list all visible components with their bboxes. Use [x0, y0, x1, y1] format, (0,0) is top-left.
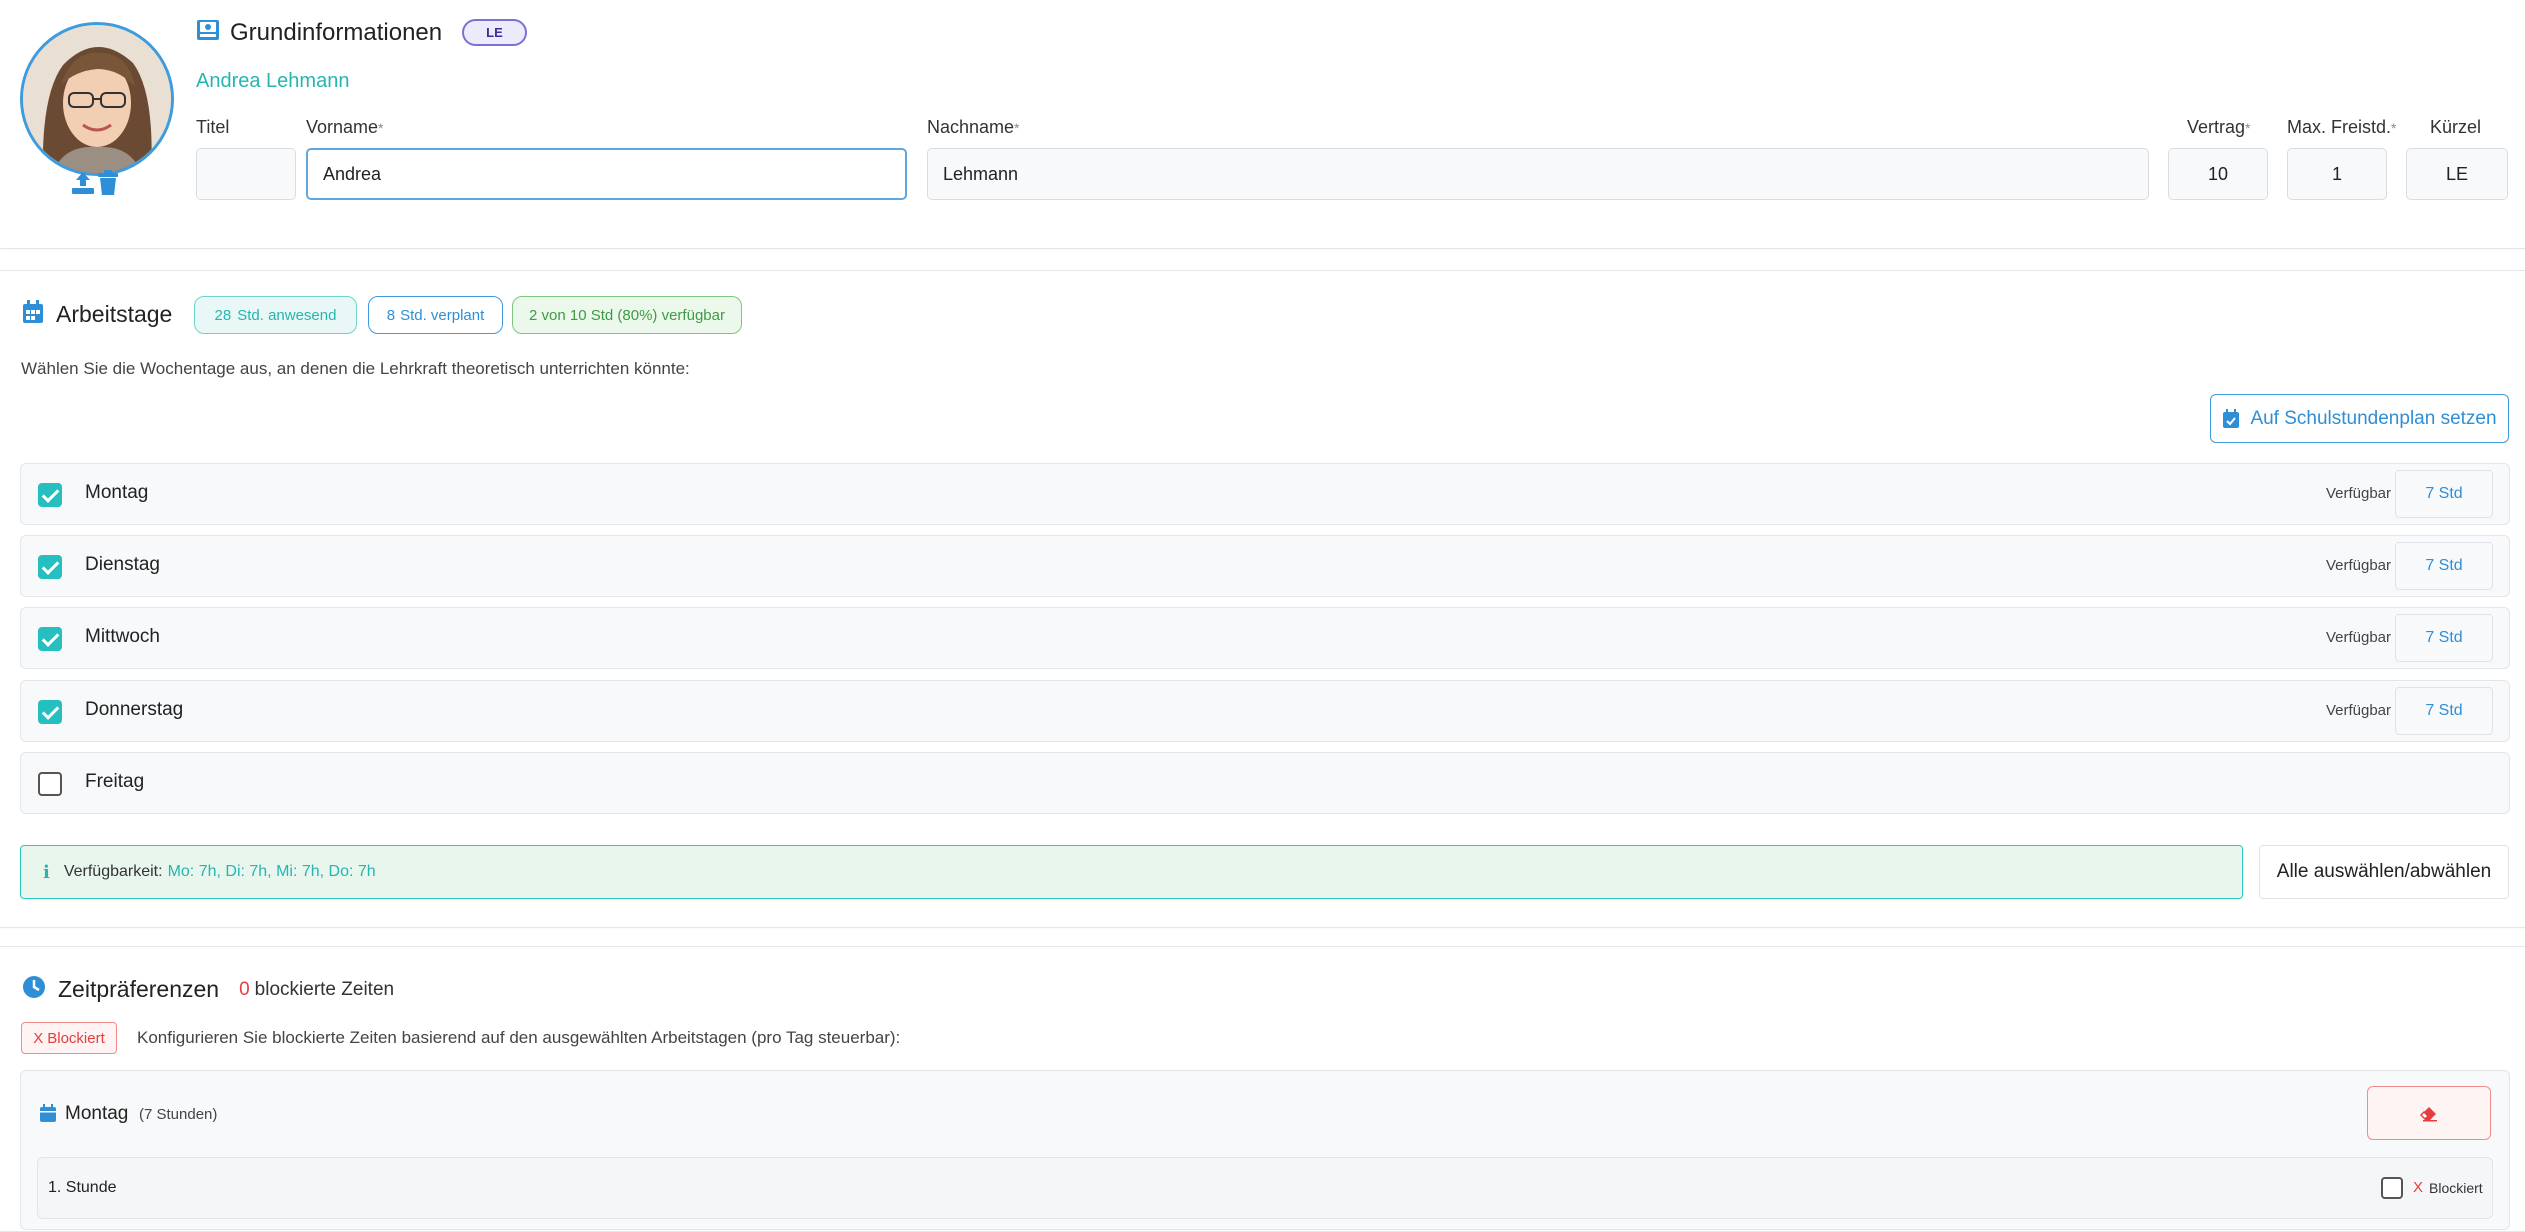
day-name: Montag: [65, 1103, 129, 1124]
teacher-full-name: Andrea Lehmann: [196, 70, 350, 92]
x-mark-icon: X: [2413, 1179, 2424, 1196]
available-label: Verfügbar: [2325, 485, 2391, 502]
nachname-input[interactable]: [927, 148, 2149, 200]
section-title: Arbeitstage: [56, 301, 173, 327]
set-school-schedule-button[interactable]: Auf Schulstundenplan setzen: [2210, 394, 2509, 443]
clock-icon: [22, 975, 46, 1004]
day-checkbox[interactable]: [38, 700, 62, 724]
arbeitstage-header: Arbeitstage: [22, 300, 172, 329]
avatar: [20, 22, 174, 176]
titel-input[interactable]: [196, 148, 296, 200]
upload-photo-icon[interactable]: [70, 170, 96, 201]
day-name: Freitag: [85, 771, 145, 792]
id-card-icon: [196, 18, 220, 47]
delete-photo-icon[interactable]: [96, 170, 120, 201]
day-checkbox[interactable]: [38, 627, 62, 651]
availability-value: Mo: 7h, Di: 7h, Mi: 7h, Do: 7h: [167, 863, 376, 880]
zeitpraeferenzen-description: Konfigurieren Sie blockierte Zeiten basi…: [137, 1028, 901, 1047]
set-school-schedule-label: Auf Schulstundenplan setzen: [2250, 407, 2497, 429]
section-title: Zeitpräferenzen: [58, 976, 220, 1002]
avatar-image: [23, 25, 171, 173]
vorname-label: Vorname*: [306, 117, 384, 137]
kuerzel-label: Kürzel: [2430, 117, 2482, 137]
slot-blocked-checkbox[interactable]: [2381, 1177, 2403, 1199]
arbeitstage-description: Wählen Sie die Wochentage aus, an denen …: [21, 359, 690, 378]
kuerzel-input[interactable]: [2406, 148, 2508, 200]
day-row-dienstag[interactable]: Dienstag Verfügbar 7 Std: [20, 535, 2510, 597]
availability-info: i Verfügbarkeit: Mo: 7h, Di: 7h, Mi: 7h,…: [20, 845, 2243, 899]
day-row-montag[interactable]: Montag Verfügbar 7 Std: [20, 463, 2510, 525]
vertrag-label: Vertrag*: [2187, 117, 2251, 137]
available-hours-input[interactable]: 7 Std: [2395, 687, 2493, 735]
max-freistd-input[interactable]: [2287, 148, 2387, 200]
verplant-pill: 8 Std. verplant: [368, 296, 503, 334]
day-checkbox[interactable]: [38, 555, 62, 579]
anwesend-pill: 28 Std. anwesend: [194, 296, 357, 334]
day-checkbox[interactable]: [38, 772, 62, 796]
titel-label: Titel: [196, 117, 230, 137]
calendar-icon: [39, 1104, 57, 1128]
day-hours-count: (7 Stunden): [139, 1106, 218, 1123]
available-label: Verfügbar: [2325, 557, 2391, 574]
clear-blocked-button[interactable]: [2367, 1086, 2491, 1140]
x-mark-icon: X: [33, 1029, 44, 1047]
select-all-button[interactable]: Alle auswählen/abwählen: [2259, 845, 2509, 899]
verfuegbar-pill: 2 von 10 Std (80%) verfügbar: [512, 296, 742, 334]
blocked-legend-tag: X Blockiert: [21, 1022, 117, 1054]
calendar-icon: [22, 300, 44, 329]
day-row-donnerstag[interactable]: Donnerstag Verfügbar 7 Std: [20, 680, 2510, 742]
availability-label: Verfügbarkeit:: [63, 863, 163, 880]
available-label: Verfügbar: [2325, 702, 2391, 719]
eraser-icon: [2419, 1104, 2439, 1122]
slot-row: 1. Stunde X Blockiert: [37, 1157, 2493, 1219]
nachname-label: Nachname*: [927, 117, 1020, 137]
grundinformationen-card: Grundinformationen LE Andrea Lehmann Tit…: [0, 0, 2525, 249]
day-name: Donnerstag: [85, 699, 184, 720]
blocked-count-text: blockierte Zeiten: [254, 978, 395, 1000]
available-hours-input[interactable]: 7 Std: [2395, 614, 2493, 662]
day-row-mittwoch[interactable]: Mittwoch Verfügbar 7 Std: [20, 607, 2510, 669]
zeitpraeferenzen-header: Zeitpräferenzen 0 blockierte Zeiten: [22, 975, 394, 1004]
section-title: Grundinformationen: [230, 18, 443, 46]
grundinfo-header: Grundinformationen LE: [196, 18, 527, 47]
available-hours-input[interactable]: 7 Std: [2395, 470, 2493, 518]
max-freistd-label: Max. Freistd.*: [2287, 117, 2397, 137]
kuerzel-badge: LE: [462, 19, 527, 46]
day-checkbox[interactable]: [38, 483, 62, 507]
vorname-input[interactable]: [306, 148, 907, 200]
day-row-freitag[interactable]: Freitag: [20, 752, 2510, 814]
available-hours-input[interactable]: 7 Std: [2395, 542, 2493, 590]
calendar-check-icon: [2222, 408, 2240, 429]
info-icon: i: [43, 861, 50, 883]
slot-blocked-label: Blockiert: [2429, 1180, 2483, 1196]
day-name: Mittwoch: [85, 626, 160, 647]
blocked-day-montag: Montag (7 Stunden) 1. Stunde X Blockiert: [20, 1070, 2510, 1230]
slot-label: 1. Stunde: [48, 1179, 117, 1196]
day-name: Montag: [85, 482, 149, 503]
vertrag-input[interactable]: [2168, 148, 2268, 200]
available-label: Verfügbar: [2325, 629, 2391, 646]
blocked-count: 0: [239, 978, 250, 1000]
day-name: Dienstag: [85, 554, 160, 575]
